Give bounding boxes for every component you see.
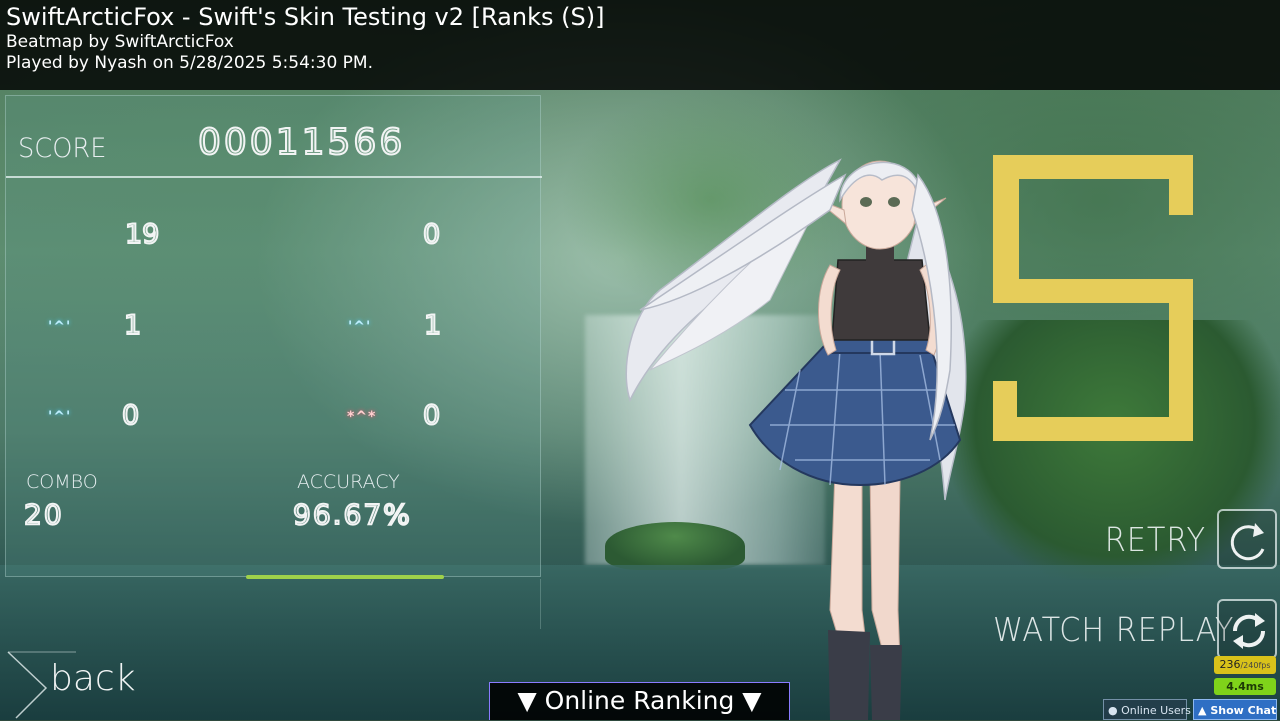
combo-value: 20 [23, 497, 64, 532]
hit-miss-count: 0 [422, 399, 441, 432]
combo-label: COMBO [26, 471, 98, 493]
fps-counter: 236/240fps [1214, 656, 1276, 674]
users-icon: ● [1108, 704, 1118, 717]
play-info: Played by Nyash on 5/28/2025 5:54:30 PM. [6, 53, 374, 73]
fps-target: /240fps [1240, 661, 1271, 670]
retry-button[interactable] [1217, 509, 1277, 569]
hit-100-icon: '^' [48, 319, 72, 335]
accuracy-value: 96.67% [292, 497, 412, 532]
fps-value: 236 [1219, 658, 1241, 671]
hit-50-count: 0 [121, 399, 140, 432]
hit-300-count: 19 [124, 218, 160, 251]
score-value: 00011566 [197, 121, 406, 164]
replay-icon [1232, 613, 1266, 649]
hit-katu-icon: '^' [348, 319, 372, 335]
hit-miss-icon: *^* [347, 409, 377, 425]
online-users-button[interactable]: ● Online Users [1103, 699, 1191, 720]
accuracy-label: ACCURACY [297, 471, 400, 493]
beatmap-author: Beatmap by SwiftArcticFox [6, 32, 234, 52]
hit-100-count: 1 [123, 309, 142, 342]
show-chat-button[interactable]: ▲ Show Chat [1193, 699, 1277, 720]
retry-icon [1230, 523, 1265, 561]
latency-counter: 4.4ms [1214, 678, 1276, 695]
show-chat-label: Show Chat [1210, 704, 1277, 717]
hit-50-icon: '^' [48, 409, 72, 425]
watch-replay-label[interactable]: WATCH REPLAY [993, 610, 1234, 649]
score-divider [6, 176, 542, 178]
score-label: SCORE [18, 133, 107, 164]
chevron-up-icon: ▲ [1198, 704, 1207, 717]
character-illustration [625, 158, 967, 720]
rank-grade: S [993, 155, 1193, 441]
rank-grade-text: S [1096, 317, 1097, 319]
performance-graph-area [246, 579, 541, 629]
back-label: back [50, 658, 136, 699]
online-users-label: Online Users [1121, 704, 1191, 717]
online-ranking-toggle[interactable]: ▼ Online Ranking ▼ [489, 682, 790, 720]
retry-label[interactable]: RETRY [1105, 520, 1206, 559]
back-button[interactable]: back [6, 650, 146, 720]
hit-katu-count: 1 [423, 309, 442, 342]
song-info-header: SwiftArcticFox - Swift's Skin Testing v2… [0, 0, 1280, 90]
song-title: SwiftArcticFox - Swift's Skin Testing v2… [6, 3, 605, 31]
score-panel [5, 95, 542, 577]
watch-replay-button[interactable] [1217, 599, 1277, 659]
hit-geki-count: 0 [422, 218, 441, 251]
